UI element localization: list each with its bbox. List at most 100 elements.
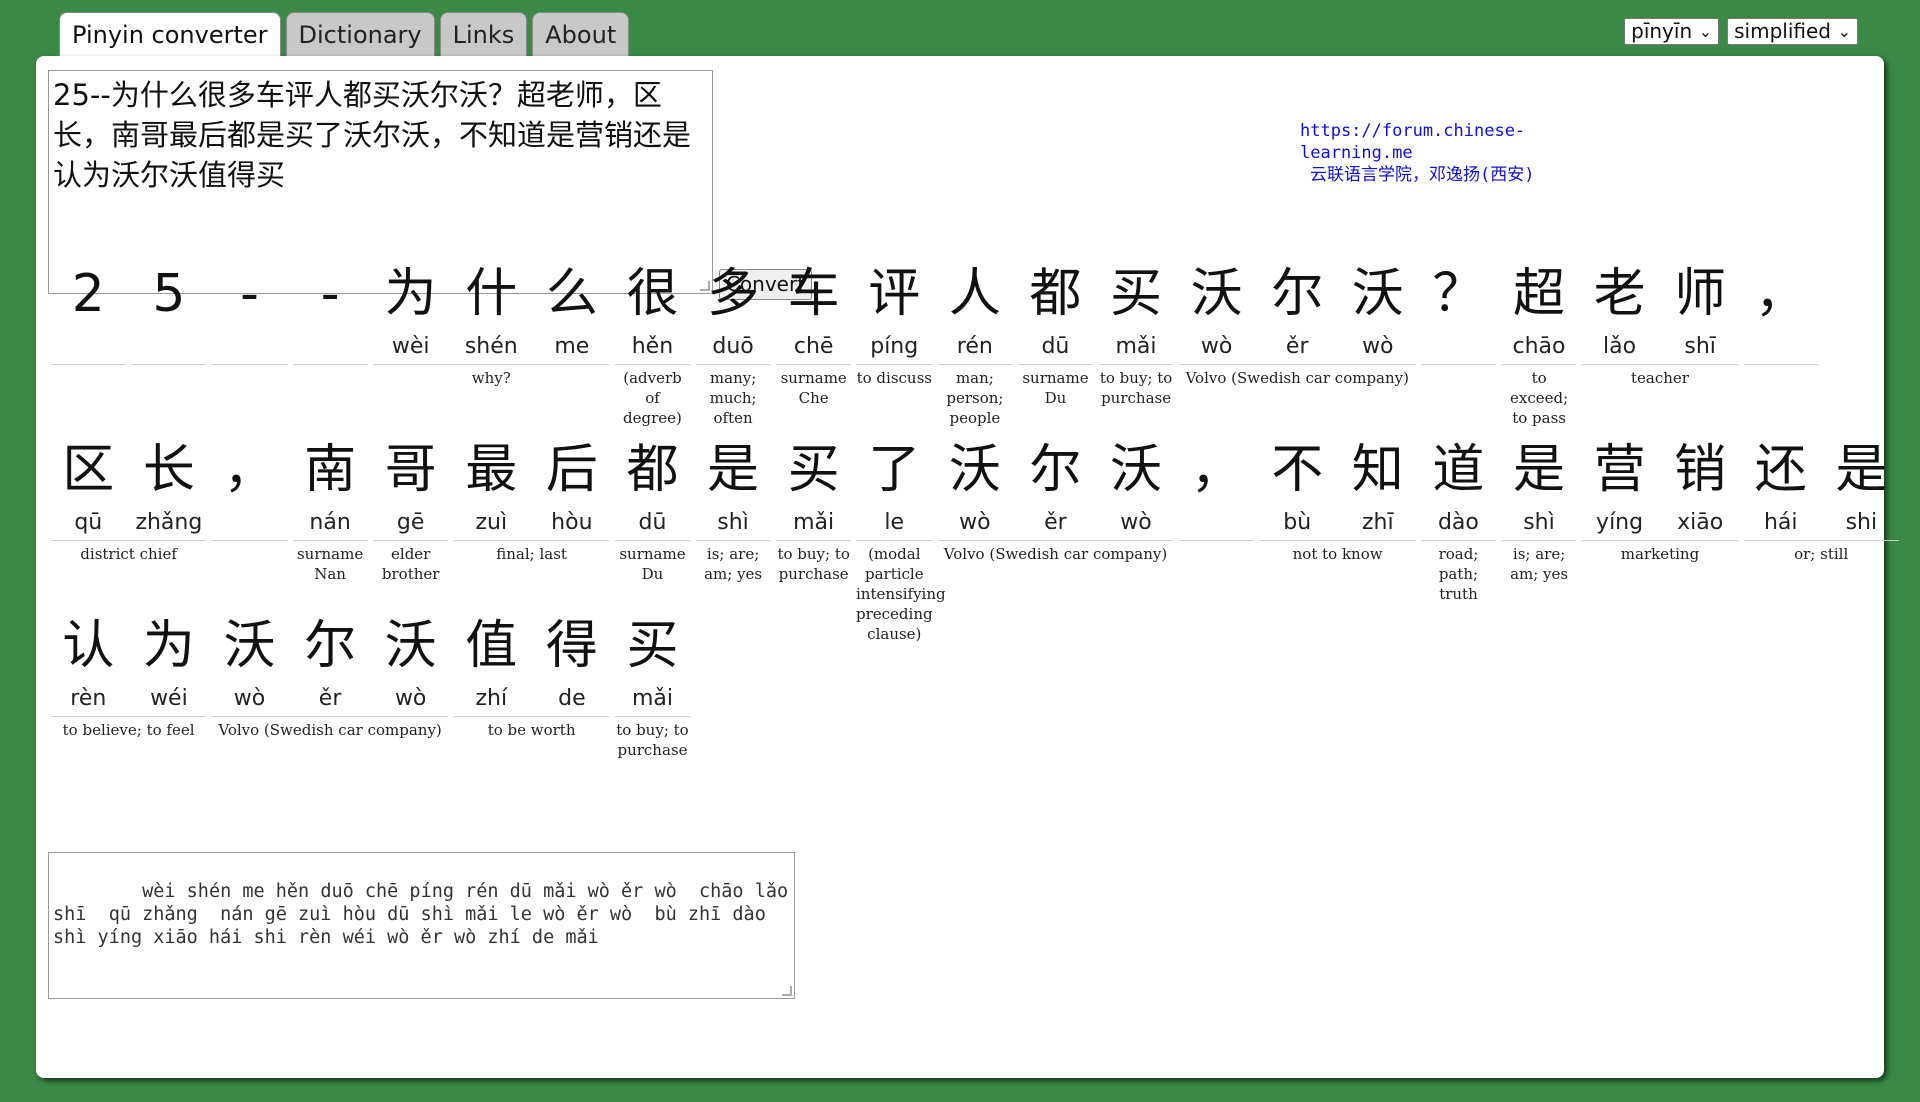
script-select[interactable]: simplified ⌄ <box>1727 18 1858 45</box>
pinyin-output-textarea[interactable]: wèi shén me hěn duō chē píng rén dū mǎi … <box>48 852 795 999</box>
pinyin: hòu <box>551 510 593 535</box>
gloss-text: (modal particle intensifying preceding c… <box>856 545 946 643</box>
char-cell: 买 mǎi <box>1096 256 1177 362</box>
pinyin: zhǎng <box>135 510 203 535</box>
pinyin <box>129 332 210 362</box>
pinyin <box>1740 332 1821 362</box>
tab-about[interactable]: About <box>532 12 630 56</box>
gloss-divider <box>212 364 287 365</box>
gloss-divider <box>1582 540 1738 541</box>
hanzi: 沃 <box>384 616 437 676</box>
gloss-divider <box>695 540 771 541</box>
hanzi: 了 <box>868 440 921 500</box>
pinyin: hěn <box>631 334 674 359</box>
gloss-divider <box>1501 364 1577 365</box>
gloss-divider <box>454 540 610 541</box>
hanzi: 是 <box>707 440 760 500</box>
gloss-divider <box>776 364 851 365</box>
pinyin: mǎi <box>793 510 835 535</box>
pinyin <box>209 332 290 362</box>
gloss-text: to discuss <box>856 369 932 387</box>
hanzi: 评 <box>868 264 921 324</box>
romanization-select[interactable]: pīnyīn ⌄ <box>1624 18 1720 45</box>
char-cell: 是 shi <box>1821 432 1902 538</box>
pinyin: shì <box>1523 510 1555 535</box>
pinyin <box>209 508 290 538</box>
resize-handle-icon[interactable] <box>782 986 792 996</box>
gloss-text: surname Che <box>780 369 847 407</box>
gloss-divider <box>373 540 448 541</box>
char-cell: 营 yíng <box>1579 432 1660 538</box>
gloss-divider <box>51 364 126 365</box>
gloss-divider <box>373 364 610 365</box>
gloss-divider <box>937 364 1013 365</box>
forum-link[interactable]: https://forum.chinese-learning.me <box>1300 120 1620 164</box>
gloss-text: final; last <box>496 545 567 563</box>
gloss-text: to buy; to purchase <box>1099 369 1173 407</box>
gloss-divider <box>292 364 368 365</box>
tab-dictionary[interactable]: Dictionary <box>285 12 435 56</box>
pinyin: wò <box>1200 334 1233 359</box>
char-cell: 认 rèn <box>48 608 129 714</box>
gloss-text: is; are; am; yes <box>704 545 763 583</box>
char-cell: 车 chē <box>773 256 854 362</box>
gloss-divider <box>937 540 1174 541</box>
hanzi: 师 <box>1674 264 1727 324</box>
char-cell: 为 wéi <box>129 608 210 714</box>
tab-bar: Pinyin converter Dictionary Links About <box>59 12 630 58</box>
tab-links[interactable]: Links <box>439 12 528 56</box>
hanzi: 沃 <box>1110 440 1163 500</box>
hanzi: 是 <box>1512 440 1565 500</box>
hanzi: 最 <box>465 440 518 500</box>
gloss-divider <box>292 540 368 541</box>
hanzi: 很 <box>626 264 679 324</box>
hanzi: 尔 <box>304 616 357 676</box>
pinyin: qū <box>74 510 103 535</box>
char-cell: 销 xiāo <box>1660 432 1741 538</box>
char-cell: ， <box>1740 256 1821 362</box>
pinyin: zhī <box>1361 510 1394 535</box>
pinyin <box>48 332 129 362</box>
options-bar: pīnyīn ⌄ simplified ⌄ <box>1624 18 1858 45</box>
char-cell: 南 nán <box>290 432 371 538</box>
pinyin: wéi <box>150 686 188 711</box>
gloss-divider <box>1260 540 1416 541</box>
pinyin: chē <box>793 334 834 359</box>
gloss-divider <box>51 716 207 717</box>
char-cell: ， <box>209 432 290 538</box>
char-cell: 么 me <box>532 256 613 362</box>
gloss-text: Volvo (Swedish car company) <box>1185 369 1409 387</box>
gloss-divider <box>615 364 690 365</box>
pinyin: wèi <box>391 334 430 359</box>
char-cell: 都 dū <box>612 432 693 538</box>
gloss-divider <box>857 540 932 541</box>
pinyin: mǎi <box>631 686 673 711</box>
gloss-divider <box>1743 364 1819 365</box>
pinyin <box>1418 332 1499 362</box>
char-cell: 还 hái <box>1740 432 1821 538</box>
gloss-divider <box>615 716 690 717</box>
hanzi: 都 <box>626 440 679 500</box>
gloss-divider <box>1179 364 1416 365</box>
hanzi: 买 <box>626 616 679 676</box>
hanzi: ， <box>223 440 276 500</box>
pinyin: gē <box>396 510 425 535</box>
gloss-text: surname Du <box>619 545 686 583</box>
pinyin: xiāo <box>1677 510 1724 535</box>
char-cell: 后 hòu <box>532 432 613 538</box>
gloss-divider <box>1421 364 1496 365</box>
char-cell: ？ <box>1418 256 1499 362</box>
hanzi: 什 <box>465 264 518 324</box>
gloss-divider <box>1743 540 1899 541</box>
gloss-text: to believe; to feel <box>62 721 195 739</box>
gloss-divider <box>1018 364 1093 365</box>
pinyin: ěr <box>318 686 342 711</box>
pinyin: zuì <box>475 510 508 535</box>
char-cell: 值 zhí <box>451 608 532 714</box>
tab-pinyin-converter[interactable]: Pinyin converter <box>59 12 281 58</box>
pinyin: dū <box>1041 334 1070 359</box>
hanzi: 沃 <box>1190 264 1243 324</box>
chinese-input-text: 25--为什么很多车评人都买沃尔沃？超老师，区长，南哥最后都是买了沃尔沃，不知道… <box>53 78 692 192</box>
pinyin: shī <box>1684 334 1716 359</box>
hanzi: 买 <box>787 440 840 500</box>
